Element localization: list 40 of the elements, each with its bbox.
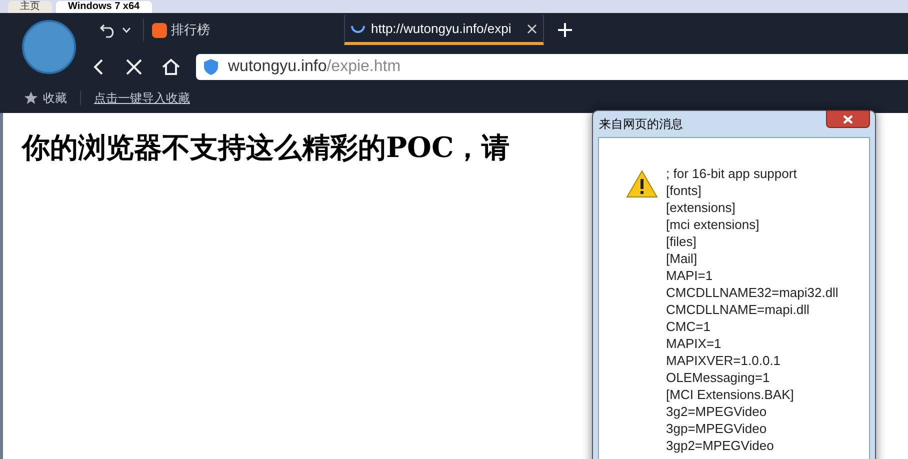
close-icon[interactable]	[527, 24, 537, 34]
message-line: MAPI=1	[666, 267, 714, 284]
avatar-icon[interactable]	[22, 20, 76, 74]
message-line: 3gp=MPEGVideo	[666, 420, 768, 437]
bookmark-label: 排行榜	[171, 21, 210, 40]
dialog-title: 来自网页的消息	[599, 116, 683, 133]
message-line: [Mail]	[666, 250, 698, 267]
caret-icon[interactable]	[122, 27, 131, 33]
close-button[interactable]	[826, 110, 870, 128]
browser-tab[interactable]: http://wutongyu.info/expi	[344, 15, 544, 45]
message-line: CMCDLLNAME=mapi.dll	[666, 301, 810, 318]
message-line: [fonts]	[666, 182, 702, 199]
message-line: 3g2=MPEGVideo	[666, 403, 768, 420]
message-line: MAPIXVER=1.0.0.1	[666, 352, 782, 369]
message-line: [mci extensions]	[666, 216, 760, 233]
message-line: OLEMessaging=1	[666, 369, 771, 386]
bookmarks-label[interactable]: 收藏	[43, 89, 67, 107]
loading-spinner-icon	[351, 24, 365, 32]
import-bookmarks-link[interactable]: 点击一键导入收藏	[94, 89, 190, 107]
url-text: wutongyu.info/expie.htm	[228, 57, 401, 77]
home-icon[interactable]	[162, 58, 180, 76]
tab-title: http://wutongyu.info/expi	[371, 20, 512, 38]
shield-icon	[204, 59, 218, 75]
message-line: [MCI Extensions.BAK]	[666, 386, 795, 403]
window-tab[interactable]: Windows 7 x64	[56, 1, 152, 13]
message-line: 3gp2=MPEGVideo	[666, 437, 775, 454]
star-icon	[24, 91, 38, 105]
message-line: [extensions]	[666, 199, 736, 216]
close-icon	[843, 114, 853, 124]
new-tab-icon[interactable]	[558, 23, 572, 37]
message-line: MAPIX=1	[666, 335, 722, 352]
message-line: CMC=1	[666, 318, 712, 335]
warning-icon	[626, 170, 658, 198]
bookmark-item[interactable]: 排行榜	[152, 20, 210, 40]
message-line: ; for 16-bit app support	[666, 165, 798, 182]
message-line: [files]	[666, 233, 698, 250]
page-heading: 你的浏览器不支持这么精彩的POC，请	[22, 130, 511, 166]
address-bar[interactable]: wutongyu.info/expie.htm	[196, 54, 908, 80]
window-tab[interactable]: 主页	[8, 1, 52, 13]
message-line: CMCDLLNAME32=mapi32.dll	[666, 284, 838, 301]
